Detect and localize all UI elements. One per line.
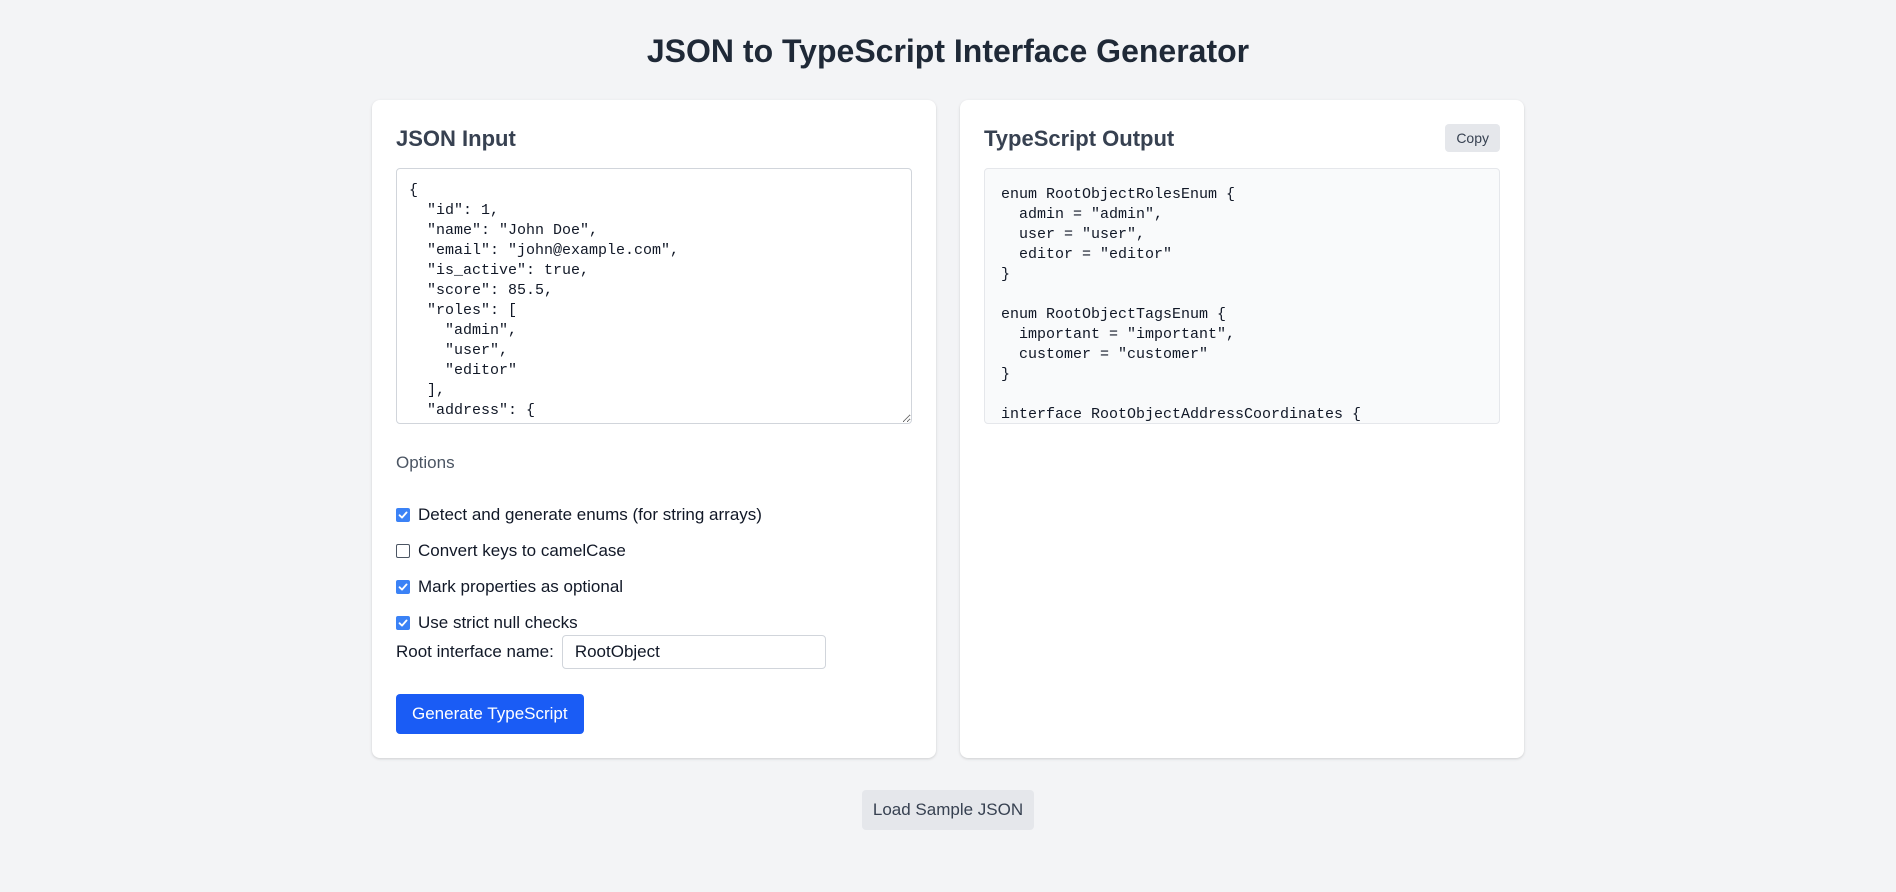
option-strict-null[interactable]: Use strict null checks: [396, 612, 578, 634]
typescript-output-panel: TypeScript Output Copy enum RootObjectRo…: [960, 100, 1524, 758]
json-input-heading: JSON Input: [396, 126, 516, 151]
generate-button[interactable]: Generate TypeScript: [396, 694, 584, 734]
typescript-output-code[interactable]: enum RootObjectRolesEnum { admin = "admi…: [984, 168, 1500, 424]
page-title: JSON to TypeScript Interface Generator: [646, 33, 1250, 69]
root-name-input[interactable]: [561, 635, 826, 669]
load-sample-button[interactable]: Load Sample JSON: [862, 790, 1034, 830]
checkbox-camelcase[interactable]: [396, 544, 410, 558]
copy-button[interactable]: Copy: [1445, 124, 1500, 152]
typescript-output-heading: TypeScript Output: [984, 126, 1175, 151]
checkbox-detect-enums[interactable]: [396, 508, 410, 522]
checkbox-strict-null[interactable]: [396, 616, 410, 630]
json-input-textarea[interactable]: { "id": 1, "name": "John Doe", "email": …: [396, 168, 912, 424]
root-name-row: Root interface name:: [396, 635, 826, 669]
json-input-panel: JSON Input { "id": 1, "name": "John Doe"…: [372, 100, 936, 758]
checkmark-icon: [398, 511, 408, 519]
option-camelcase[interactable]: Convert keys to camelCase: [396, 540, 626, 562]
option-detect-enums-label: Detect and generate enums (for string ar…: [418, 505, 762, 524]
checkmark-icon: [398, 583, 408, 591]
checkmark-icon: [398, 619, 408, 627]
checkbox-optional[interactable]: [396, 580, 410, 594]
option-optional-label: Mark properties as optional: [418, 577, 624, 596]
option-camelcase-label: Convert keys to camelCase: [418, 541, 626, 560]
root-name-label: Root interface name:: [396, 642, 554, 661]
option-optional[interactable]: Mark properties as optional: [396, 576, 623, 598]
options-label: Options: [396, 453, 455, 472]
option-detect-enums[interactable]: Detect and generate enums (for string ar…: [396, 504, 762, 526]
option-strict-null-label: Use strict null checks: [418, 613, 578, 632]
